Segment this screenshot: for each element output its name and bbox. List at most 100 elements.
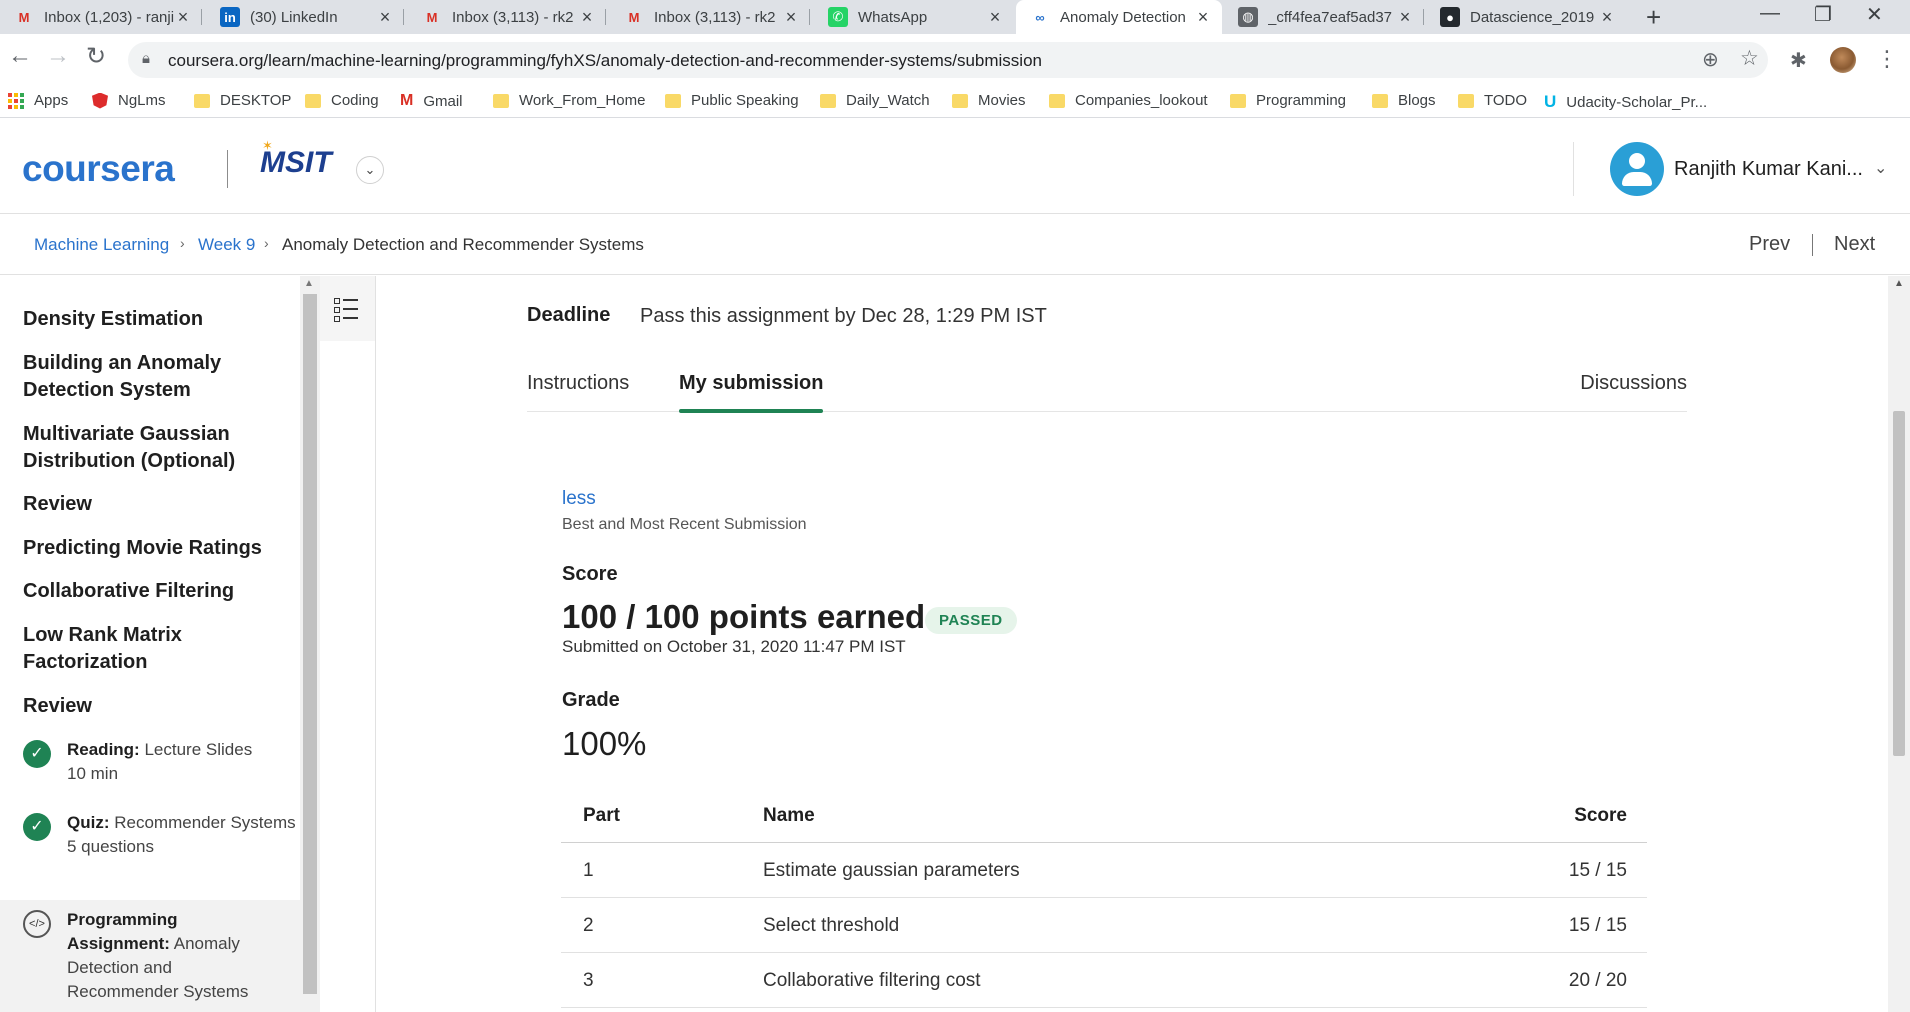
browser-tab[interactable]: ◍ _cff4fea7eaf5ad37 × bbox=[1224, 0, 1424, 34]
tab-my-submission[interactable]: My submission bbox=[679, 372, 824, 413]
bookmark-apps[interactable]: Apps bbox=[8, 92, 68, 109]
bookmark-label: Movies bbox=[978, 92, 1026, 109]
sidebar-heading[interactable]: Density Estimation bbox=[23, 306, 273, 333]
tab-instructions[interactable]: Instructions bbox=[527, 372, 629, 395]
gmail-icon: M bbox=[628, 9, 640, 25]
part-score: 20 / 20 bbox=[1568, 970, 1627, 991]
bookmark-nglms[interactable]: NgLms bbox=[92, 92, 166, 109]
bookmark-public-speaking[interactable]: Public Speaking bbox=[665, 92, 799, 109]
sidebar-heading[interactable]: Multivariate Gaussian Distribution (Opti… bbox=[23, 421, 273, 475]
back-arrow-icon[interactable]: ← bbox=[8, 42, 32, 70]
sidebar-heading[interactable]: Review bbox=[23, 693, 273, 720]
bookmark-work-from-home[interactable]: Work_From_Home bbox=[493, 92, 645, 109]
breadcrumb: Machine Learning › Week 9 › Anomaly Dete… bbox=[0, 215, 1910, 275]
bookmark-label: Gmail bbox=[423, 92, 463, 110]
bookmark-companies-lookout[interactable]: Companies_lookout bbox=[1049, 92, 1208, 109]
chevron-down-icon[interactable]: ⌄ bbox=[356, 156, 384, 184]
gmail-icon: M bbox=[18, 9, 30, 25]
browser-tab[interactable]: in (30) LinkedIn × bbox=[206, 0, 404, 34]
restore-icon[interactable]: ❐ bbox=[1814, 2, 1832, 27]
next-button[interactable]: Next bbox=[1834, 233, 1875, 256]
item-meta: 5 questions bbox=[67, 837, 154, 856]
part-score: 15 / 15 bbox=[1568, 915, 1627, 936]
close-icon[interactable]: × bbox=[174, 7, 192, 28]
bookmark-todo[interactable]: TODO bbox=[1458, 92, 1527, 109]
sidebar-scrollbar[interactable]: ▲ bbox=[300, 276, 320, 1012]
page-scrollbar[interactable]: ▲ bbox=[1888, 276, 1910, 1012]
bookmark-coding[interactable]: Coding bbox=[305, 92, 379, 109]
address-bar[interactable]: 🔒︎ coursera.org/learn/machine-learning/p… bbox=[128, 42, 1768, 78]
bookmark-programming[interactable]: Programming bbox=[1230, 92, 1346, 109]
close-icon[interactable]: × bbox=[578, 7, 596, 28]
grade-label: Grade bbox=[562, 689, 620, 711]
bookmark-star-icon[interactable]: ☆ bbox=[1740, 46, 1759, 71]
sidebar-heading[interactable]: Low Rank Matrix Factorization bbox=[23, 622, 273, 676]
breadcrumb-week[interactable]: Week 9 bbox=[198, 235, 255, 255]
bookmark-gmail[interactable]: M Gmail bbox=[400, 92, 463, 110]
toggle-outline-button[interactable] bbox=[320, 276, 375, 341]
minimize-icon[interactable]: — bbox=[1760, 2, 1780, 25]
browser-tab[interactable]: ● Datascience_2019 × bbox=[1426, 0, 1626, 34]
folder-icon bbox=[305, 93, 321, 108]
sidebar-heading[interactable]: Collaborative Filtering bbox=[23, 578, 273, 605]
sidebar-item-reading[interactable]: ✓ Reading: Lecture Slides 10 min bbox=[23, 738, 293, 808]
browser-profile-avatar[interactable] bbox=[1830, 47, 1856, 73]
close-icon[interactable]: × bbox=[376, 7, 394, 28]
table-row: 3 Collaborative filtering cost 20 / 20 bbox=[561, 953, 1647, 1008]
sidebar-heading[interactable]: Review bbox=[23, 491, 273, 518]
item-type: Programming Assignment: bbox=[67, 910, 178, 953]
prev-button[interactable]: Prev bbox=[1749, 233, 1790, 256]
assignment-main: Deadline Pass this assignment by Dec 28,… bbox=[377, 276, 1887, 1012]
user-name[interactable]: Ranjith Kumar Kani... bbox=[1674, 158, 1863, 181]
browser-tab[interactable]: M Inbox (3,113) - rk2 × bbox=[610, 0, 810, 34]
coursera-logo[interactable]: coursera bbox=[22, 148, 175, 190]
bookmark-blogs[interactable]: Blogs bbox=[1372, 92, 1436, 109]
part-score: 15 / 15 bbox=[1568, 860, 1627, 881]
sidebar-item-quiz[interactable]: ✓ Quiz: Recommender Systems 5 questions bbox=[23, 811, 296, 906]
github-icon: ● bbox=[1440, 7, 1460, 27]
bookmark-desktop[interactable]: DESKTOP bbox=[194, 92, 291, 109]
bookmark-udacity[interactable]: U Udacity-Scholar_Pr... bbox=[1544, 92, 1707, 112]
sidebar-item-programming-assignment[interactable]: </> Programming Assignment: Anomaly Dete… bbox=[0, 900, 300, 1012]
zoom-icon[interactable]: ⊕ bbox=[1702, 47, 1719, 72]
scroll-up-arrow-icon[interactable]: ▲ bbox=[304, 278, 314, 289]
close-icon[interactable]: × bbox=[986, 7, 1004, 28]
less-link[interactable]: less bbox=[562, 488, 596, 510]
sidebar-heading[interactable]: Building an Anomaly Detection System bbox=[23, 350, 273, 404]
browser-tab[interactable]: M Inbox (3,113) - rk2 × bbox=[408, 0, 606, 34]
tab-discussions[interactable]: Discussions bbox=[1580, 372, 1687, 395]
gmail-icon: M bbox=[426, 9, 438, 25]
window-close-icon[interactable]: ✕ bbox=[1866, 2, 1883, 27]
globe-icon: ◍ bbox=[1238, 7, 1258, 27]
chevron-down-icon[interactable]: ⌄ bbox=[1874, 158, 1887, 178]
assignment-tabs: Instructions My submission Discussions bbox=[527, 372, 1687, 413]
close-icon[interactable]: × bbox=[1598, 7, 1616, 28]
breadcrumb-course[interactable]: Machine Learning bbox=[34, 235, 169, 255]
browser-menu-icon[interactable]: ⋮ bbox=[1876, 46, 1898, 72]
reload-icon[interactable]: ↻ bbox=[86, 42, 106, 71]
extensions-puzzle-icon[interactable]: ✱ bbox=[1790, 48, 1807, 73]
checkmark-icon: ✓ bbox=[23, 813, 51, 841]
folder-icon bbox=[1049, 93, 1065, 108]
close-icon[interactable]: × bbox=[1396, 7, 1414, 28]
scrollbar-thumb[interactable] bbox=[1893, 411, 1905, 756]
column-header-score: Score bbox=[1574, 805, 1627, 826]
bookmark-daily-watch[interactable]: Daily_Watch bbox=[820, 92, 930, 109]
forward-arrow-icon[interactable]: → bbox=[46, 42, 70, 70]
msit-logo[interactable]: ✶ MSIT bbox=[260, 138, 332, 180]
bookmark-movies[interactable]: Movies bbox=[952, 92, 1026, 109]
browser-tab-active[interactable]: ∞ Anomaly Detection × bbox=[1016, 0, 1222, 34]
browser-tab-label: _cff4fea7eaf5ad37 bbox=[1268, 8, 1393, 26]
scroll-up-arrow-icon[interactable]: ▲ bbox=[1894, 278, 1904, 289]
browser-tab[interactable]: M Inbox (1,203) - ranji × bbox=[0, 0, 202, 34]
divider bbox=[1573, 142, 1574, 196]
sidebar-heading[interactable]: Predicting Movie Ratings bbox=[23, 535, 273, 562]
user-avatar[interactable] bbox=[1610, 142, 1664, 196]
new-tab-icon[interactable]: + bbox=[1646, 2, 1661, 33]
bookmark-label: Work_From_Home bbox=[519, 92, 646, 109]
close-icon[interactable]: × bbox=[1194, 7, 1212, 28]
close-icon[interactable]: × bbox=[782, 7, 800, 28]
scrollbar-thumb[interactable] bbox=[303, 294, 317, 994]
url-text[interactable]: coursera.org/learn/machine-learning/prog… bbox=[168, 51, 1042, 71]
browser-tab[interactable]: ✆ WhatsApp × bbox=[814, 0, 1014, 34]
